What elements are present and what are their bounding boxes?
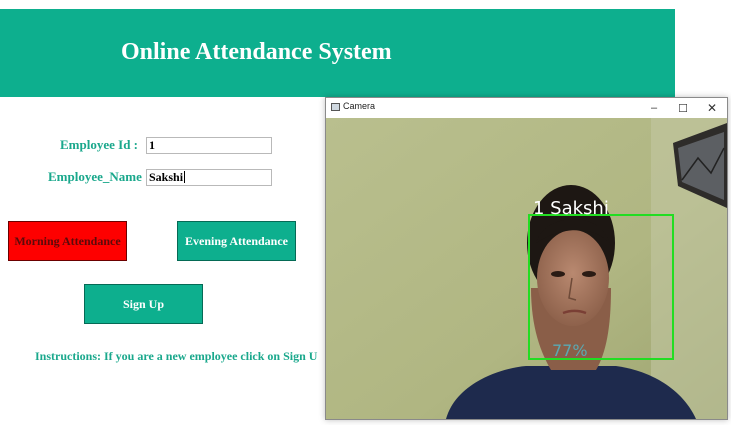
employee-name-value: Sakshi xyxy=(149,170,184,184)
maximize-button[interactable]: ☐ xyxy=(669,99,697,117)
confidence-label: 77% xyxy=(552,341,588,360)
camera-feed: 1 Sakshi 77% xyxy=(326,118,727,419)
minimize-button[interactable]: – xyxy=(640,99,668,117)
employee-name-field[interactable]: Sakshi xyxy=(146,169,272,186)
employee-id-field[interactable] xyxy=(146,137,272,154)
camera-window[interactable]: Camera – ☐ ✕ 1 Sakshi 77% xyxy=(325,97,728,420)
window-icon xyxy=(331,103,340,111)
morning-attendance-button[interactable]: Morning Attendance xyxy=(8,221,127,261)
instructions-text: Instructions: If you are a new employee … xyxy=(35,349,318,363)
employee-id-label: Employee Id : xyxy=(60,137,138,152)
camera-feed-image: 1 Sakshi 77% xyxy=(326,118,727,419)
app-header: Online Attendance System xyxy=(0,9,675,97)
camera-title-bar[interactable]: Camera – ☐ ✕ xyxy=(326,98,727,118)
sign-up-button[interactable]: Sign Up xyxy=(84,284,203,324)
close-button[interactable]: ✕ xyxy=(698,99,726,117)
evening-attendance-button[interactable]: Evening Attendance xyxy=(177,221,296,261)
employee-name-label: Employee_Name : xyxy=(48,169,150,184)
detected-name-label: 1 Sakshi xyxy=(533,198,609,219)
app-title: Online Attendance System xyxy=(121,39,392,65)
camera-window-title: Camera xyxy=(343,101,376,111)
text-caret xyxy=(184,171,186,183)
